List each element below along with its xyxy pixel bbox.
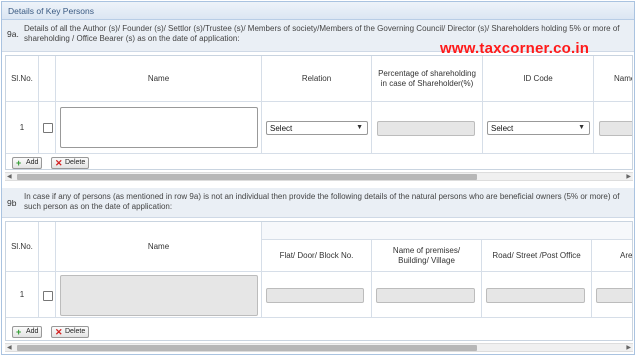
- add-button[interactable]: + Add: [12, 157, 43, 169]
- row-slno: 1: [6, 272, 39, 318]
- row-check-cell: [39, 102, 56, 154]
- col-header-idcode: ID Code: [483, 56, 594, 102]
- col-header-name-partial: Name: [594, 56, 632, 102]
- row-9a-number: 9a.: [7, 29, 19, 39]
- scroll-right-icon[interactable]: ▶: [626, 344, 631, 351]
- col-header-check: [39, 56, 56, 102]
- row-9b-description-band: 9b In case if any of persons (as mention…: [2, 188, 634, 218]
- name-textarea[interactable]: [60, 107, 258, 148]
- col-header-check: [39, 222, 56, 272]
- scroll-right-icon[interactable]: ▶: [626, 173, 631, 180]
- delete-button[interactable]: ✕ Delete: [51, 157, 90, 169]
- x-icon: ✕: [55, 158, 63, 168]
- relation-select-value: Select: [270, 124, 293, 133]
- col-header-name: Name: [56, 222, 262, 272]
- x-icon: ✕: [55, 327, 63, 337]
- add-button-label: Add: [26, 328, 39, 335]
- header-group-band: [262, 222, 632, 240]
- delete-button-label: Delete: [65, 328, 86, 335]
- col-header-area-partial: Are: [592, 240, 632, 272]
- row-percentage-cell: [372, 102, 483, 154]
- row-relation-cell: Select ▼: [262, 102, 372, 154]
- idcode-select-value: Select: [491, 124, 514, 133]
- row-area-cell: [592, 272, 632, 318]
- chevron-down-icon: ▼: [578, 124, 585, 131]
- col-header-slno: Sl.No.: [6, 222, 39, 272]
- delete-button[interactable]: ✕ Delete: [51, 326, 90, 338]
- row-premises-cell: [372, 272, 482, 318]
- add-button[interactable]: + Add: [12, 326, 43, 338]
- col-header-name: Name: [56, 56, 262, 102]
- col-header-slno: Sl.No.: [6, 56, 39, 102]
- row-slno: 1: [6, 102, 39, 154]
- area-field: [596, 288, 632, 303]
- row-idcode-cell: Select ▼: [483, 102, 594, 154]
- row-extra-cell: [594, 102, 632, 154]
- row-select-checkbox[interactable]: [43, 291, 53, 301]
- delete-button-label: Delete: [65, 159, 86, 166]
- plus-icon: +: [16, 327, 22, 337]
- flat-field: [266, 288, 364, 303]
- key-persons-panel: Details of Key Persons 9a. Details of al…: [1, 1, 635, 355]
- col-header-premises: Name of premises/ Building/ Village: [372, 240, 482, 272]
- section-title: Details of Key Persons: [2, 2, 634, 20]
- row-flat-cell: [262, 272, 372, 318]
- horizontal-scrollbar-9a[interactable]: ◀ ▶: [5, 172, 633, 181]
- extra-field: [599, 121, 632, 136]
- scrollbar-thumb[interactable]: [17, 345, 477, 351]
- col-header-percentage: Percentage of shareholding in case of Sh…: [372, 56, 483, 102]
- table-9b: Sl.No. Name Flat/ Door/ Block No. Name o…: [5, 221, 633, 341]
- table-9a: Sl.No. Name Relation Percentage of share…: [5, 55, 633, 170]
- chevron-down-icon: ▼: [356, 124, 363, 131]
- row-road-cell: [482, 272, 592, 318]
- scrollbar-thumb[interactable]: [17, 174, 477, 180]
- relation-select[interactable]: Select ▼: [266, 121, 368, 135]
- horizontal-scrollbar-9b[interactable]: ◀ ▶: [5, 343, 633, 352]
- road-field: [486, 288, 585, 303]
- scroll-left-icon[interactable]: ◀: [7, 344, 12, 351]
- row-9b-description: In case if any of persons (as mentioned …: [24, 192, 620, 211]
- premises-field: [376, 288, 475, 303]
- col-header-relation: Relation: [262, 56, 372, 102]
- row-name-cell: [56, 102, 262, 154]
- row-select-checkbox[interactable]: [43, 123, 53, 133]
- scroll-left-icon[interactable]: ◀: [7, 173, 12, 180]
- plus-icon: +: [16, 158, 22, 168]
- col-header-road: Road/ Street /Post Office: [482, 240, 592, 272]
- row-9b-number: 9b: [7, 198, 17, 208]
- percentage-field: [377, 121, 475, 136]
- idcode-select[interactable]: Select ▼: [487, 121, 590, 135]
- name-field-disabled: [60, 275, 258, 316]
- add-button-label: Add: [26, 159, 39, 166]
- row-check-cell: [39, 272, 56, 318]
- col-header-flat: Flat/ Door/ Block No.: [262, 240, 372, 272]
- row-name-cell: [56, 272, 262, 318]
